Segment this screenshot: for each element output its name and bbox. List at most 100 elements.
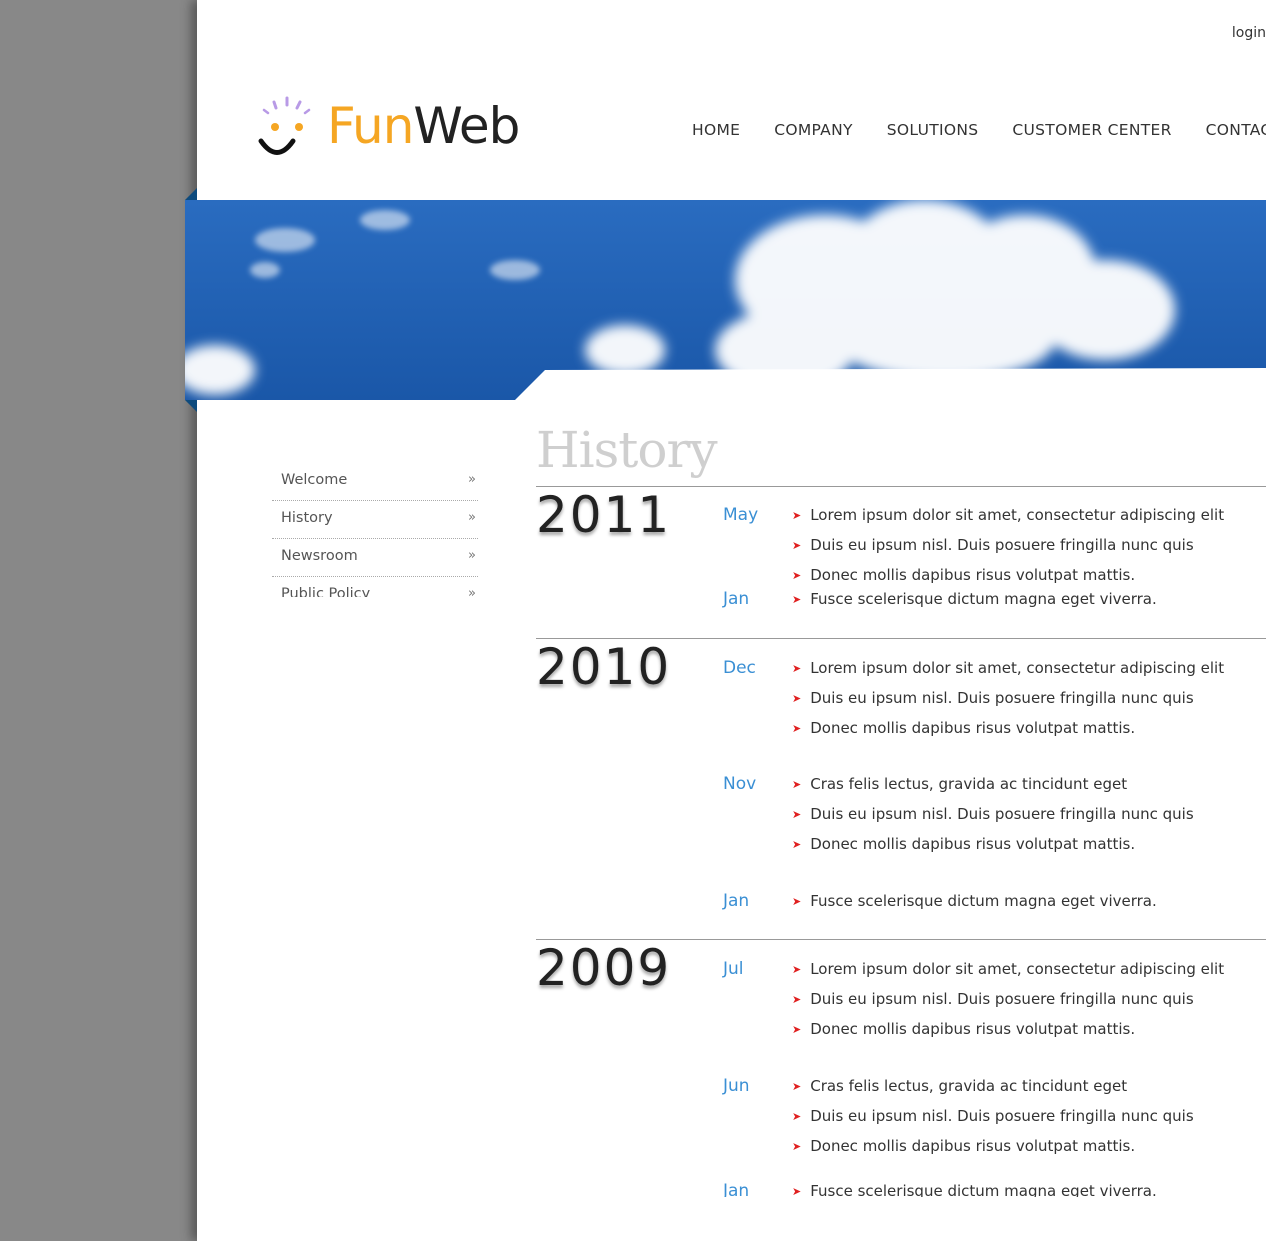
- history-event: ➤ Fusce scelerisque dictum magna eget viv…: [792, 1180, 1157, 1197]
- history-event: ➤ Donec mollis dapibus risus volutpat mat…: [792, 833, 1135, 857]
- history-year-2011-scroll[interactable]: 2011 May ➤ Lorem ipsum dolor sit amet, co…: [536, 486, 1266, 608]
- month-label: Jun: [723, 1076, 750, 1096]
- sidebar-item-label: Public Policy: [281, 586, 371, 597]
- event-text: Fusce scelerisque dictum magna eget vive…: [810, 590, 1157, 608]
- nav-company[interactable]: COMPANY: [774, 121, 853, 139]
- red-arrow-icon: ➤: [792, 569, 802, 582]
- event-text: Lorem ipsum dolor sit amet, consectetur …: [810, 506, 1225, 524]
- main-nav: HOME COMPANY SOLUTIONS CUSTOMER CENTER CONTA…: [692, 120, 1266, 139]
- red-arrow-icon: ➤: [792, 593, 802, 606]
- red-arrow-icon: ➤: [792, 662, 802, 675]
- banner-fold-bottom: [185, 400, 197, 412]
- red-arrow-icon: ➤: [792, 1023, 802, 1036]
- event-text: Lorem ipsum dolor sit amet, consectetur …: [810, 659, 1225, 677]
- month-label: Jan: [723, 589, 750, 608]
- sidebar-submenu: Welcome » History » Newsroom » Public Polic…: [272, 463, 478, 597]
- nav-solutions[interactable]: SOLUTIONS: [887, 121, 979, 139]
- month-label: Jul: [723, 959, 744, 979]
- month-label: Jan: [723, 891, 750, 911]
- sky-banner: [185, 200, 1266, 400]
- logo-web: Web: [413, 97, 520, 155]
- history-year-block: 2010 Dec ➤ Lorem ipsum dolor sit amet, co…: [536, 638, 1266, 939]
- event-text: Donec mollis dapibus risus volutpat matt…: [810, 1020, 1136, 1038]
- sidebar-item-public-policy[interactable]: Public Policy »: [272, 577, 478, 597]
- history-event: ➤ Fusce scelerisque dictum magna eget viv…: [792, 890, 1157, 914]
- sidebar-item-welcome[interactable]: Welcome »: [272, 463, 478, 501]
- event-text: Duis eu ipsum nisl. Duis posuere fringil…: [810, 1107, 1194, 1125]
- history-event: ➤ Duis eu ipsum nisl. Duis posuere fringi…: [792, 988, 1194, 1012]
- double-chevron-right-icon: »: [468, 510, 476, 525]
- funweb-logo[interactable]: FunWeb: [243, 94, 563, 164]
- month-label: Nov: [723, 774, 757, 794]
- event-text: Cras felis lectus, gravida ac tincidunt …: [810, 1077, 1128, 1095]
- event-text: Donec mollis dapibus risus volutpat matt…: [810, 1137, 1136, 1155]
- history-event: ➤ Duis eu ipsum nisl. Duis posuere fringi…: [792, 534, 1194, 558]
- nav-customer-center[interactable]: CUSTOMER CENTER: [1012, 121, 1171, 139]
- red-arrow-icon: ➤: [792, 1140, 802, 1153]
- history-event: ➤ Donec mollis dapibus risus volutpat mat…: [792, 717, 1135, 741]
- history-event: ➤ Donec mollis dapibus risus volutpat mat…: [792, 564, 1135, 588]
- event-text: Fusce scelerisque dictum magna eget vive…: [810, 892, 1157, 910]
- history-event: ➤ Lorem ipsum dolor sit amet, consectetur…: [792, 958, 1224, 982]
- event-text: Fusce scelerisque dictum magna eget vive…: [810, 1182, 1157, 1197]
- year-label: 2010: [536, 638, 672, 696]
- history-year-block: 2009 Jul ➤ Lorem ipsum dolor sit amet, co…: [536, 939, 1266, 1197]
- sidebar-item-newsroom[interactable]: Newsroom »: [272, 539, 478, 577]
- sidebar-item-label: Newsroom: [281, 548, 358, 564]
- red-arrow-icon: ➤: [792, 1080, 802, 1093]
- history-event: ➤ Donec mollis dapibus risus volutpat mat…: [792, 1135, 1135, 1159]
- red-arrow-icon: ➤: [792, 1185, 802, 1197]
- history-event: ➤ Cras felis lectus, gravida ac tincidunt…: [792, 773, 1127, 797]
- event-text: Duis eu ipsum nisl. Duis posuere fringil…: [810, 536, 1194, 554]
- history-event: ➤ Duis eu ipsum nisl. Duis posuere fringi…: [792, 803, 1194, 827]
- double-chevron-right-icon: »: [468, 548, 476, 563]
- red-arrow-icon: ➤: [792, 539, 802, 552]
- sidebar-item-history[interactable]: History »: [272, 501, 478, 539]
- history-event: ➤ Cras felis lectus, gravida ac tincidunt…: [792, 1075, 1127, 1099]
- year-label: 2011: [536, 486, 672, 544]
- event-text: Cras felis lectus, gravida ac tincidunt …: [810, 775, 1128, 793]
- event-text: Donec mollis dapibus risus volutpat matt…: [810, 835, 1136, 853]
- banner-fold-top: [185, 188, 197, 200]
- red-arrow-icon: ➤: [792, 963, 802, 976]
- event-text: Donec mollis dapibus risus volutpat matt…: [810, 719, 1136, 737]
- red-arrow-icon: ➤: [792, 692, 802, 705]
- history-event: ➤ Duis eu ipsum nisl. Duis posuere fringi…: [792, 687, 1194, 711]
- month-label: Dec: [723, 658, 756, 678]
- double-chevron-right-icon: »: [468, 586, 476, 597]
- sidebar-item-label: Welcome: [281, 472, 348, 488]
- smiley-logo-icon: [258, 96, 311, 155]
- page-title: History: [536, 421, 718, 479]
- event-text: Duis eu ipsum nisl. Duis posuere fringil…: [810, 805, 1194, 823]
- history-event: ➤ Lorem ipsum dolor sit amet, consectetur…: [792, 657, 1224, 681]
- red-arrow-icon: ➤: [792, 808, 802, 821]
- month-label: Jan: [723, 1181, 750, 1197]
- double-chevron-right-icon: »: [468, 472, 476, 487]
- history-year-block: 2011 May ➤ Lorem ipsum dolor sit amet, co…: [536, 486, 1266, 608]
- event-text: Lorem ipsum dolor sit amet, consectetur …: [810, 960, 1225, 978]
- login-link[interactable]: login: [1232, 25, 1266, 41]
- history-event: ➤ Fusce scelerisque dictum magna eget viv…: [792, 588, 1157, 608]
- red-arrow-icon: ➤: [792, 895, 802, 908]
- main-content: History: [536, 415, 1266, 485]
- red-arrow-icon: ➤: [792, 1110, 802, 1123]
- event-text: Duis eu ipsum nisl. Duis posuere fringil…: [810, 689, 1194, 707]
- month-label: May: [723, 505, 759, 525]
- history-event: ➤ Duis eu ipsum nisl. Duis posuere fringi…: [792, 1105, 1194, 1129]
- year-label: 2009: [536, 939, 672, 997]
- sidebar-item-label: History: [281, 510, 333, 526]
- red-arrow-icon: ➤: [792, 509, 802, 522]
- logo-wordmark: FunWeb: [327, 96, 520, 156]
- history-event: ➤ Lorem ipsum dolor sit amet, consectetur…: [792, 504, 1224, 528]
- nav-contact[interactable]: CONTACT: [1206, 121, 1266, 139]
- event-text: Duis eu ipsum nisl. Duis posuere fringil…: [810, 990, 1194, 1008]
- nav-home[interactable]: HOME: [692, 121, 740, 139]
- red-arrow-icon: ➤: [792, 722, 802, 735]
- history-year-2009-scroll[interactable]: 2009 Jul ➤ Lorem ipsum dolor sit amet, co…: [536, 939, 1266, 1197]
- red-arrow-icon: ➤: [792, 778, 802, 791]
- red-arrow-icon: ➤: [792, 838, 802, 851]
- logo-fun: Fun: [327, 97, 414, 155]
- red-arrow-icon: ➤: [792, 993, 802, 1006]
- event-text: Donec mollis dapibus risus volutpat matt…: [810, 566, 1136, 584]
- history-event: ➤ Donec mollis dapibus risus volutpat mat…: [792, 1018, 1135, 1042]
